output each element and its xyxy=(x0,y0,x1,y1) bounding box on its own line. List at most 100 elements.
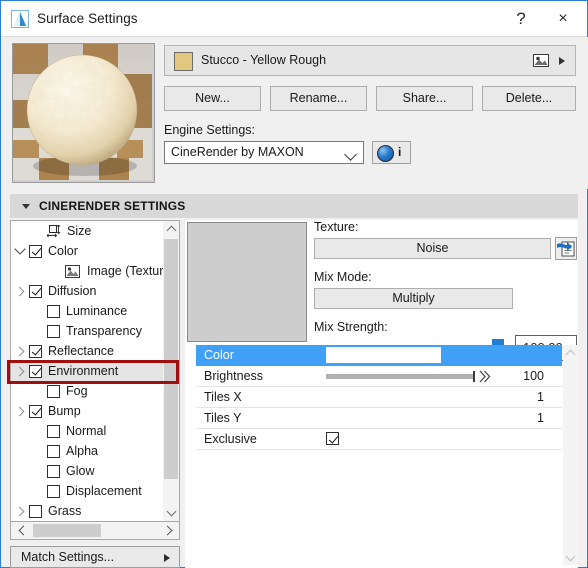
engine-info-button[interactable]: i xyxy=(372,141,411,164)
tree-item-label: Luminance xyxy=(66,304,128,318)
tree-item-color[interactable]: Color xyxy=(11,241,164,261)
tree-checkbox-luminance[interactable] xyxy=(47,304,60,318)
tree-item-transparency[interactable]: Transparency xyxy=(11,321,164,341)
scroll-right-icon[interactable] xyxy=(160,522,177,539)
material-preview[interactable] xyxy=(12,43,155,183)
chevron-right-icon[interactable] xyxy=(11,281,29,301)
material-name-field[interactable]: Stucco - Yellow Rough xyxy=(164,45,576,76)
tree-item-bump[interactable]: Bump xyxy=(11,401,164,421)
tree-item-luminance[interactable]: Luminance xyxy=(11,301,164,321)
tree-item-label: Fog xyxy=(66,384,88,398)
chevron-down-icon[interactable] xyxy=(11,241,29,261)
tree-item-fog[interactable]: Fog xyxy=(11,381,164,401)
scroll-down-icon[interactable] xyxy=(563,550,578,565)
tree-item-normal[interactable]: Normal xyxy=(11,421,164,441)
exclusive-checkbox[interactable] xyxy=(326,432,339,445)
parameter-table: Color Brightness 100 Tiles X 1 Tiles Y 1… xyxy=(196,345,562,565)
scroll-up-icon[interactable] xyxy=(163,221,179,237)
delete-button[interactable]: Delete... xyxy=(482,86,576,111)
tree-checkbox-fog[interactable] xyxy=(47,384,60,398)
param-row-exclusive[interactable]: Exclusive xyxy=(196,429,562,450)
load-texture-icon[interactable] xyxy=(555,237,577,260)
param-name: Tiles Y xyxy=(204,411,242,425)
tree-item-displacement[interactable]: Displacement xyxy=(11,481,164,501)
tree-item-grass[interactable]: Grass xyxy=(11,501,164,521)
tree-checkbox-alpha[interactable] xyxy=(47,444,60,458)
mix-mode-select[interactable]: Multiply xyxy=(314,288,513,309)
tree-checkbox-reflectance[interactable] xyxy=(29,344,42,358)
tree-hscroll-thumb[interactable] xyxy=(33,524,101,537)
param-value[interactable]: 100 xyxy=(523,369,544,383)
surface-settings-window: Surface Settings ? × Stucco - Yellow Rou… xyxy=(0,0,588,568)
param-value[interactable]: 1 xyxy=(537,390,544,404)
brightness-slider-handle[interactable] xyxy=(479,370,492,383)
tree-item-size[interactable]: Size xyxy=(11,221,164,241)
texture-select[interactable]: Noise xyxy=(314,238,551,259)
param-row-tiles-y[interactable]: Tiles Y 1 xyxy=(196,408,562,429)
tree-checkbox-color[interactable] xyxy=(29,244,42,258)
image-preview-icon[interactable] xyxy=(533,53,549,68)
channel-properties-panel: Texture: Noise Mix Mode: Multiply Mix St… xyxy=(185,220,578,568)
tree-item-label: Diffusion xyxy=(48,284,97,298)
tree-vertical-scrollbar[interactable] xyxy=(163,221,179,521)
param-value[interactable]: 1 xyxy=(537,411,544,425)
properties-vertical-scrollbar[interactable] xyxy=(563,345,578,565)
param-name: Brightness xyxy=(204,369,264,383)
param-row-brightness[interactable]: Brightness 100 xyxy=(196,366,562,387)
tree-item-label: Environment xyxy=(48,364,119,378)
chevron-right-icon[interactable] xyxy=(11,341,29,361)
section-title: CINERENDER SETTINGS xyxy=(39,199,186,213)
chevron-right-icon[interactable] xyxy=(11,501,29,521)
param-row-tiles-x[interactable]: Tiles X 1 xyxy=(196,387,562,408)
tree-item-environment[interactable]: Environment xyxy=(11,361,164,381)
tree-checkbox-displacement[interactable] xyxy=(47,484,60,498)
scroll-down-icon[interactable] xyxy=(163,505,179,521)
tree-checkbox-grass[interactable] xyxy=(29,504,42,518)
tree-item-glow[interactable]: Glow xyxy=(11,461,164,481)
scroll-up-icon[interactable] xyxy=(563,345,578,360)
param-name: Color xyxy=(204,348,234,362)
chevron-right-icon[interactable] xyxy=(11,361,29,381)
new-button[interactable]: New... xyxy=(164,86,261,111)
tree-item-image-textured[interactable]: Image (Textured Re xyxy=(11,261,164,281)
tree-checkbox-bump[interactable] xyxy=(29,404,42,418)
tree-item-label: Grass xyxy=(48,504,82,518)
match-settings-button[interactable]: Match Settings... xyxy=(10,546,180,568)
texture-label: Texture: xyxy=(314,220,359,234)
brightness-slider-track[interactable] xyxy=(326,374,474,379)
scroll-left-icon[interactable] xyxy=(13,522,30,539)
param-row-color[interactable]: Color xyxy=(196,345,562,366)
tree-item-diffusion[interactable]: Diffusion xyxy=(11,281,164,301)
engine-select[interactable]: CineRender by MAXON xyxy=(164,141,364,164)
tree-scroll-thumb[interactable] xyxy=(164,239,178,479)
texture-preview[interactable] xyxy=(187,222,307,342)
tree-checkbox-environment[interactable] xyxy=(29,364,42,378)
tree-checkbox-diffusion[interactable] xyxy=(29,284,42,298)
tree-checkbox-normal[interactable] xyxy=(47,424,60,438)
tree-checkbox-transparency[interactable] xyxy=(47,324,60,338)
tree-item-alpha[interactable]: Alpha xyxy=(11,441,164,461)
chevron-right-icon[interactable] xyxy=(11,401,29,421)
color-swatch-control[interactable] xyxy=(326,347,441,363)
tree-item-label: Size xyxy=(67,224,92,238)
cinerender-settings-section-header[interactable]: CINERENDER SETTINGS xyxy=(10,194,578,218)
material-name: Stucco - Yellow Rough xyxy=(201,53,327,67)
tree-item-label: Alpha xyxy=(66,444,98,458)
archicad-logo-icon xyxy=(11,10,29,28)
close-button[interactable]: × xyxy=(543,1,583,37)
help-button[interactable]: ? xyxy=(501,1,541,37)
right-arrow-icon xyxy=(164,554,170,562)
tree-checkbox-glow[interactable] xyxy=(47,464,60,478)
preview-render xyxy=(13,44,152,180)
tree-item-reflectance[interactable]: Reflectance xyxy=(11,341,164,361)
rename-button[interactable]: Rename... xyxy=(270,86,367,111)
share-button[interactable]: Share... xyxy=(376,86,473,111)
tree-item-label: Transparency xyxy=(66,324,142,338)
material-menu-arrow-icon[interactable] xyxy=(559,57,565,65)
tree-item-label: Displacement xyxy=(66,484,142,498)
tree-horizontal-scrollbar[interactable] xyxy=(10,522,180,540)
